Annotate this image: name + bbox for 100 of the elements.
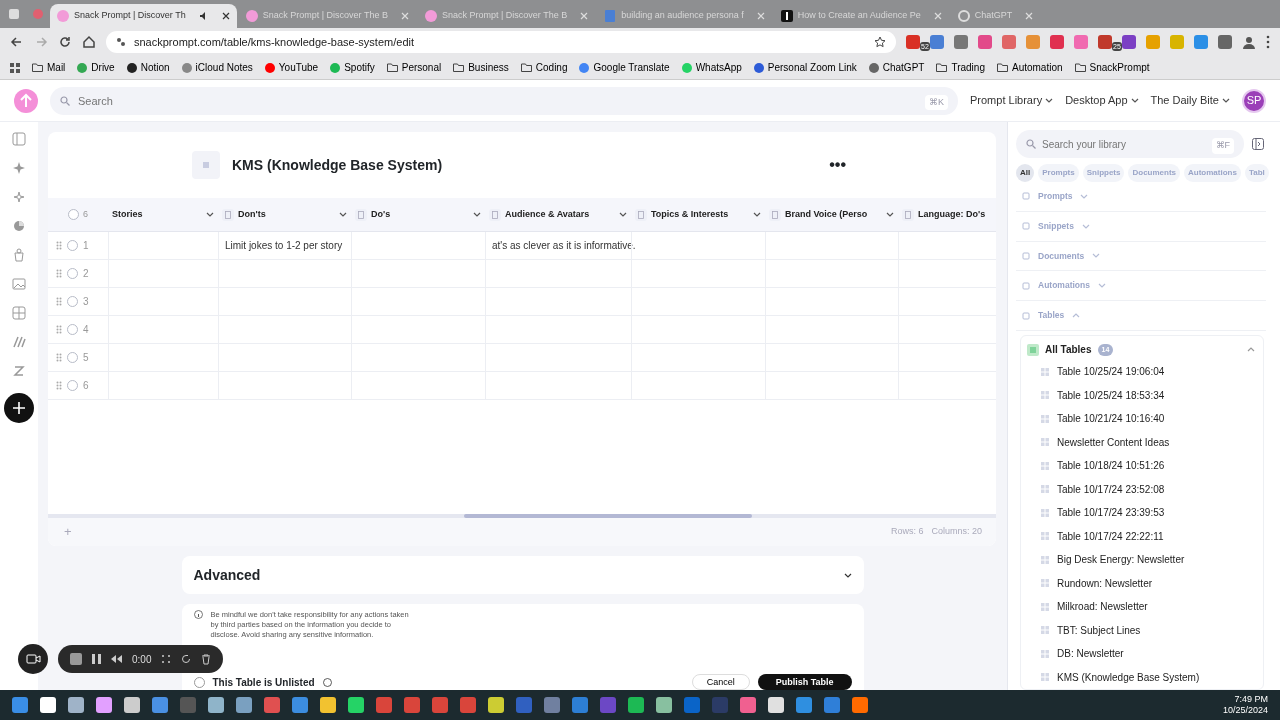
- stop-icon[interactable]: [70, 653, 82, 665]
- extension-icon[interactable]: [1194, 35, 1208, 49]
- taskbar-app-icon[interactable]: [824, 697, 840, 713]
- taskbar-app-icon[interactable]: [264, 697, 280, 713]
- taskbar-app-icon[interactable]: [40, 697, 56, 713]
- trash-icon[interactable]: [201, 653, 212, 665]
- library-item[interactable]: TBT: Subject Lines: [1027, 618, 1147, 642]
- extension-icon[interactable]: [1122, 35, 1136, 49]
- sparkle-icon[interactable]: [12, 161, 26, 175]
- visibility-checkbox[interactable]: [193, 676, 205, 688]
- taskbar-app-icon[interactable]: [768, 697, 784, 713]
- drag-handle-icon[interactable]: [56, 353, 62, 362]
- drag-handle-icon[interactable]: [56, 241, 62, 250]
- drag-handle-icon[interactable]: [56, 381, 62, 390]
- bookmark[interactable]: Trading: [936, 60, 985, 75]
- column-header[interactable]: Stories: [108, 198, 218, 232]
- drag-handle-icon[interactable]: [56, 269, 62, 278]
- taskbar-app-icon[interactable]: [96, 697, 112, 713]
- close-icon[interactable]: [221, 12, 230, 20]
- scrollbar-thumb[interactable]: [464, 514, 752, 518]
- extension-icon[interactable]: [978, 35, 992, 49]
- taskbar-app-icon[interactable]: [68, 697, 84, 713]
- taskbar-app-icon[interactable]: [460, 697, 476, 713]
- taskbar-app-icon[interactable]: [628, 697, 644, 713]
- taskbar-app-icon[interactable]: [208, 697, 224, 713]
- extension-icon[interactable]: [1218, 35, 1232, 49]
- bookmark[interactable]: WhatsApp: [681, 60, 742, 75]
- more-icon[interactable]: [1266, 35, 1270, 49]
- row-checkbox[interactable]: [67, 268, 78, 279]
- drag-handle-icon[interactable]: [56, 297, 62, 306]
- logo-icon[interactable]: [14, 88, 38, 113]
- bookmark[interactable]: Business: [453, 60, 509, 75]
- reload-icon[interactable]: [58, 35, 72, 49]
- nav-menu[interactable]: Desktop App: [1065, 92, 1139, 109]
- taskbar-app-icon[interactable]: [124, 697, 140, 713]
- taskbar-app-icon[interactable]: [180, 697, 196, 713]
- library-item[interactable]: DB: Newsletter: [1027, 642, 1130, 666]
- bookmark[interactable]: Notion: [126, 60, 170, 75]
- taskbar-app-icon[interactable]: [516, 697, 532, 713]
- taskbar-app-icon[interactable]: [152, 697, 168, 713]
- taskbar-app-icon[interactable]: [488, 697, 504, 713]
- library-item[interactable]: Table 10/17/24 23:39:53: [1027, 501, 1171, 525]
- bookmark[interactable]: Drive: [77, 60, 115, 75]
- row-checkbox[interactable]: [67, 296, 78, 307]
- home-icon[interactable]: [82, 35, 96, 49]
- avatar[interactable]: SP: [1242, 88, 1266, 113]
- table-cell[interactable]: [765, 232, 898, 260]
- extension-icon[interactable]: [930, 35, 944, 49]
- browser-tab[interactable]: Snack Prompt | Discover Th: [50, 4, 237, 28]
- pause-icon[interactable]: [92, 654, 101, 664]
- sidebar-toggle-icon[interactable]: [12, 132, 26, 146]
- extension-icon[interactable]: [1146, 35, 1160, 49]
- zigzag-icon[interactable]: [12, 364, 26, 378]
- table-cell[interactable]: [898, 232, 996, 260]
- bookmark-star-icon[interactable]: [874, 36, 886, 48]
- publish-button[interactable]: Publish Table: [757, 674, 852, 690]
- taskbar-app-icon[interactable]: [292, 697, 308, 713]
- taskbar-app-icon[interactable]: [712, 697, 728, 713]
- column-header[interactable]: Topics & Interests: [631, 198, 765, 232]
- sparkle-icon[interactable]: [12, 190, 26, 204]
- cancel-button[interactable]: Cancel: [691, 674, 750, 690]
- taskbar-app-icon[interactable]: [236, 697, 252, 713]
- bookmark[interactable]: Automation: [996, 60, 1063, 75]
- taskbar-app-icon[interactable]: [404, 697, 420, 713]
- advanced-panel[interactable]: Advanced: [181, 556, 864, 594]
- bookmark[interactable]: Personal: [386, 60, 442, 75]
- bookmark[interactable]: YouTube: [264, 60, 319, 75]
- pie-icon[interactable]: [12, 219, 26, 233]
- taskbar-app-icon[interactable]: [320, 697, 336, 713]
- drag-handle-icon[interactable]: [56, 325, 62, 334]
- panel-toggle-icon[interactable]: [1252, 138, 1264, 150]
- row-checkbox[interactable]: [67, 380, 78, 391]
- library-item[interactable]: Table 10/17/24 22:22:11: [1027, 524, 1170, 548]
- taskbar-app-icon[interactable]: [600, 697, 616, 713]
- rewind-icon[interactable]: [111, 655, 122, 663]
- library-item[interactable]: KMS (Knowledge Base System): [1027, 665, 1206, 689]
- bookmark[interactable]: ChatGPT: [868, 60, 925, 75]
- extension-icon[interactable]: [1098, 35, 1112, 49]
- grid-icon[interactable]: [12, 306, 26, 320]
- bookmark[interactable]: Personal Zoom Link: [753, 60, 857, 75]
- add-button-icon[interactable]: [4, 393, 34, 423]
- site-info-icon[interactable]: [116, 37, 126, 47]
- back-icon[interactable]: [10, 35, 24, 49]
- bag-icon[interactable]: [12, 248, 26, 262]
- extension-icon[interactable]: [1170, 35, 1184, 49]
- select-all-checkbox[interactable]: [68, 209, 79, 220]
- nav-menu[interactable]: The Daily Bite: [1150, 92, 1230, 109]
- restart-icon[interactable]: [181, 654, 192, 664]
- address-bar[interactable]: snackprompt.com/table/kms-knowledge-base-system/edit: [106, 31, 896, 53]
- row-checkbox[interactable]: [67, 352, 78, 363]
- extension-icon[interactable]: [954, 35, 968, 49]
- table-cell[interactable]: [351, 232, 485, 260]
- more-menu[interactable]: •••: [829, 153, 846, 177]
- forward-icon[interactable]: [34, 35, 48, 49]
- table-cell[interactable]: Limit jokes to 1-2 per story: [218, 232, 351, 260]
- taskbar-app-icon[interactable]: [796, 697, 812, 713]
- taskbar-app-icon[interactable]: [656, 697, 672, 713]
- library-item[interactable]: Table 10/25/24 18:53:34: [1027, 383, 1171, 407]
- camera-button-icon[interactable]: [18, 644, 48, 674]
- taskbar-app-icon[interactable]: [376, 697, 392, 713]
